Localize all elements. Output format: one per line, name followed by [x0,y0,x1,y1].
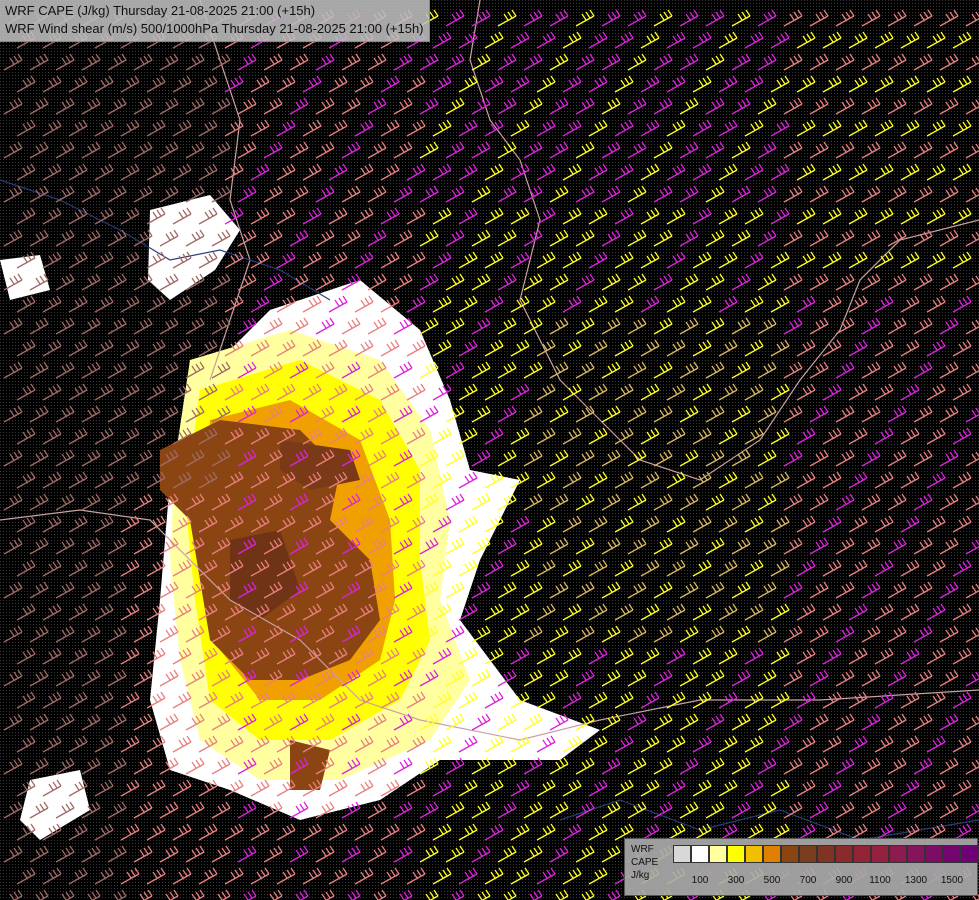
legend-field: CAPE [631,857,659,868]
legend-tick-label: 1500 [940,875,964,886]
legend-labels: WRF CAPE J/kg [631,843,658,882]
legend-tick-label: 700 [799,875,817,886]
shear-title: WRF Wind shear (m/s) 500/1000hPa Thursda… [5,21,424,36]
legend-swatch [835,845,853,863]
cape-title: WRF CAPE (J/kg) Thursday 21-08-2025 21:0… [5,3,316,18]
legend-swatch [799,845,817,863]
cape-legend: WRF CAPE J/kg 100 300 500 700 900 1100 1300 150… [624,838,979,896]
legend-swatch [961,845,979,863]
legend-model: WRF [631,844,654,855]
legend-swatch [727,845,745,863]
legend-tick-label: 900 [835,875,853,886]
legend-swatch [709,845,727,863]
legend-swatch [889,845,907,863]
legend-swatches [673,845,979,863]
legend-swatch [745,845,763,863]
legend-tick-label: 1300 [904,875,928,886]
legend-tick-label: 1100 [869,875,891,886]
legend-swatch [907,845,925,863]
legend-tick-label: 500 [763,875,781,886]
legend-ticks: 100 300 500 700 900 1100 1300 1500 [673,875,973,889]
legend-swatch [781,845,799,863]
legend-tick-label: 100 [691,875,709,886]
legend-swatch [943,845,961,863]
map-header: WRF CAPE (J/kg) Thursday 21-08-2025 21:0… [0,0,430,42]
legend-swatch [853,845,871,863]
legend-tick-label: 300 [727,875,745,886]
legend-swatch [871,845,889,863]
legend-swatch [763,845,781,863]
legend-swatch [925,845,943,863]
legend-unit: J/kg [631,870,650,881]
legend-swatch [817,845,835,863]
legend-swatch [673,845,691,863]
cape-shear-map [0,0,979,900]
legend-swatch [691,845,709,863]
